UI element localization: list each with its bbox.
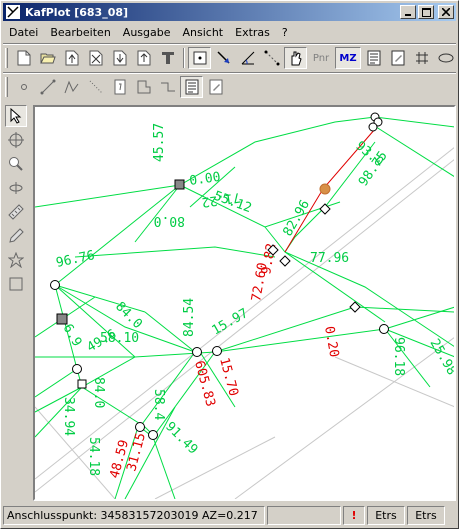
toolbar-separator	[183, 48, 185, 68]
menu-help[interactable]: ?	[276, 26, 294, 39]
point-circle[interactable]	[379, 324, 389, 334]
frame-text-icon[interactable]	[108, 76, 131, 98]
status-empty	[267, 506, 341, 525]
left-toolbar	[5, 105, 29, 297]
label-green-14: 58.4	[151, 389, 166, 420]
zoom-icon[interactable]	[5, 153, 27, 175]
highlight-point[interactable]	[319, 183, 331, 195]
warning-icon: !	[343, 506, 365, 525]
minimize-button[interactable]	[400, 5, 416, 19]
status-etrs-2: Etrs	[407, 506, 445, 525]
point-circle[interactable]	[212, 346, 222, 356]
point-circle[interactable]	[148, 430, 158, 440]
main-window: KafPlot [683_08] Datei Bearbeiten Ausgab…	[0, 0, 459, 529]
import-icon[interactable]	[108, 47, 131, 69]
grid-icon[interactable]	[410, 47, 433, 69]
pencil-icon[interactable]	[5, 225, 27, 247]
label-green-8: 82.96	[280, 198, 313, 239]
window-title: KafPlot [683_08]	[25, 5, 129, 19]
menu-bearbeiten[interactable]: Bearbeiten	[44, 26, 116, 39]
label-green-12: 84.54	[182, 298, 197, 337]
label-green-15: 84.0	[112, 299, 145, 332]
label-green-0: 45.57	[152, 123, 167, 162]
label-red-3: 15.70	[216, 356, 241, 398]
rectangle-icon[interactable]	[5, 273, 27, 295]
label-red-4: 0.20	[321, 325, 341, 358]
label-green-5: 96.76	[55, 248, 96, 271]
point-circle[interactable]	[368, 122, 378, 132]
angle-tool-icon[interactable]	[236, 47, 259, 69]
star-icon[interactable]	[5, 249, 27, 271]
point-square[interactable]	[56, 313, 68, 325]
ruler-icon[interactable]	[5, 201, 27, 223]
label-green-3: 80.0	[154, 213, 185, 228]
status-bar: Anschlusspunkt: 34583157203019 AZ=0.217 …	[3, 506, 456, 527]
label-green-10: 6.9	[60, 322, 85, 350]
maximize-button[interactable]	[418, 5, 434, 19]
label-red-1: 72.60	[249, 262, 271, 303]
title-bar[interactable]: KafPlot [683_08]	[3, 3, 456, 21]
hand-tool-icon[interactable]	[284, 47, 307, 69]
close-button[interactable]	[438, 5, 454, 19]
label-green-19: 54.18	[86, 437, 101, 476]
polyline-icon[interactable]	[60, 76, 83, 98]
document-edit-icon[interactable]	[386, 47, 409, 69]
label-green-18: 34.94	[61, 397, 76, 436]
pan-icon[interactable]	[5, 177, 27, 199]
upload-icon[interactable]	[132, 47, 155, 69]
arrow-line-icon[interactable]	[212, 47, 235, 69]
status-anschluss: Anschlusspunkt: 34583157203019 AZ=0.217	[3, 506, 265, 525]
menu-bar: Datei Bearbeiten Ausgabe Ansicht Extras …	[3, 23, 456, 42]
toolbar-drawing	[5, 74, 228, 100]
menu-extras[interactable]: Extras	[229, 26, 276, 39]
text-edit-icon[interactable]	[204, 76, 227, 98]
export-icon[interactable]	[60, 47, 83, 69]
point-square[interactable]	[77, 379, 87, 389]
label-green-13: 15.97	[210, 306, 251, 339]
delete-file-icon[interactable]	[84, 47, 107, 69]
open-folder-icon[interactable]	[36, 47, 59, 69]
label-green-20: 91.49	[162, 419, 200, 457]
point-square[interactable]	[174, 179, 185, 190]
label-green-1: 0.00	[188, 170, 221, 189]
ellipse-icon[interactable]	[434, 47, 457, 69]
dashed-line-icon[interactable]	[260, 47, 283, 69]
menu-datei[interactable]: Datei	[3, 26, 44, 39]
map-canvas[interactable]: 45.57 0.00 71.22 80.0 55.12 96.76 93.0 9…	[33, 105, 456, 501]
menu-ansicht[interactable]: Ansicht	[177, 26, 230, 39]
toolbar-grip[interactable]	[5, 48, 8, 68]
point-circle[interactable]	[135, 422, 145, 432]
label-red-2: 605.83	[191, 359, 218, 408]
mz-button[interactable]: MZ	[335, 47, 361, 69]
point-circle[interactable]	[192, 347, 202, 357]
text-tool-icon[interactable]	[156, 47, 179, 69]
point-icon[interactable]	[12, 76, 35, 98]
label-green-9: 77.96	[310, 251, 349, 266]
line-icon[interactable]	[36, 76, 59, 98]
map-drawing[interactable]: 45.57 0.00 71.22 80.0 55.12 96.76 93.0 9…	[35, 107, 454, 499]
label-green-21: 84.0	[91, 377, 106, 408]
point-circle[interactable]	[72, 364, 82, 374]
app-icon	[5, 4, 21, 20]
label-green-16: 25.98	[427, 337, 454, 378]
step-line-icon[interactable]	[156, 76, 179, 98]
pointer-icon[interactable]	[5, 105, 27, 127]
point-circle[interactable]	[50, 280, 60, 290]
pnr-button[interactable]: Pnr	[308, 47, 334, 69]
toolbar-main: Pnr MZ	[5, 45, 458, 71]
label-green-17: 96.18	[391, 337, 406, 376]
status-etrs-1: Etrs	[367, 506, 405, 525]
crosshair-icon[interactable]	[5, 129, 27, 151]
menu-ausgabe[interactable]: Ausgabe	[117, 26, 177, 39]
point-select-icon[interactable]	[188, 47, 211, 69]
label-green-22: 58.10	[100, 331, 139, 346]
document-list-icon[interactable]	[362, 47, 385, 69]
toolbar2-grip[interactable]	[5, 77, 8, 97]
dotted-line-icon[interactable]	[84, 76, 107, 98]
text-block-icon[interactable]	[180, 76, 203, 98]
point-diamond[interactable]	[279, 255, 291, 267]
area-shape-icon[interactable]	[132, 76, 155, 98]
new-file-icon[interactable]	[12, 47, 35, 69]
label-red-6: 31.15	[124, 431, 149, 473]
